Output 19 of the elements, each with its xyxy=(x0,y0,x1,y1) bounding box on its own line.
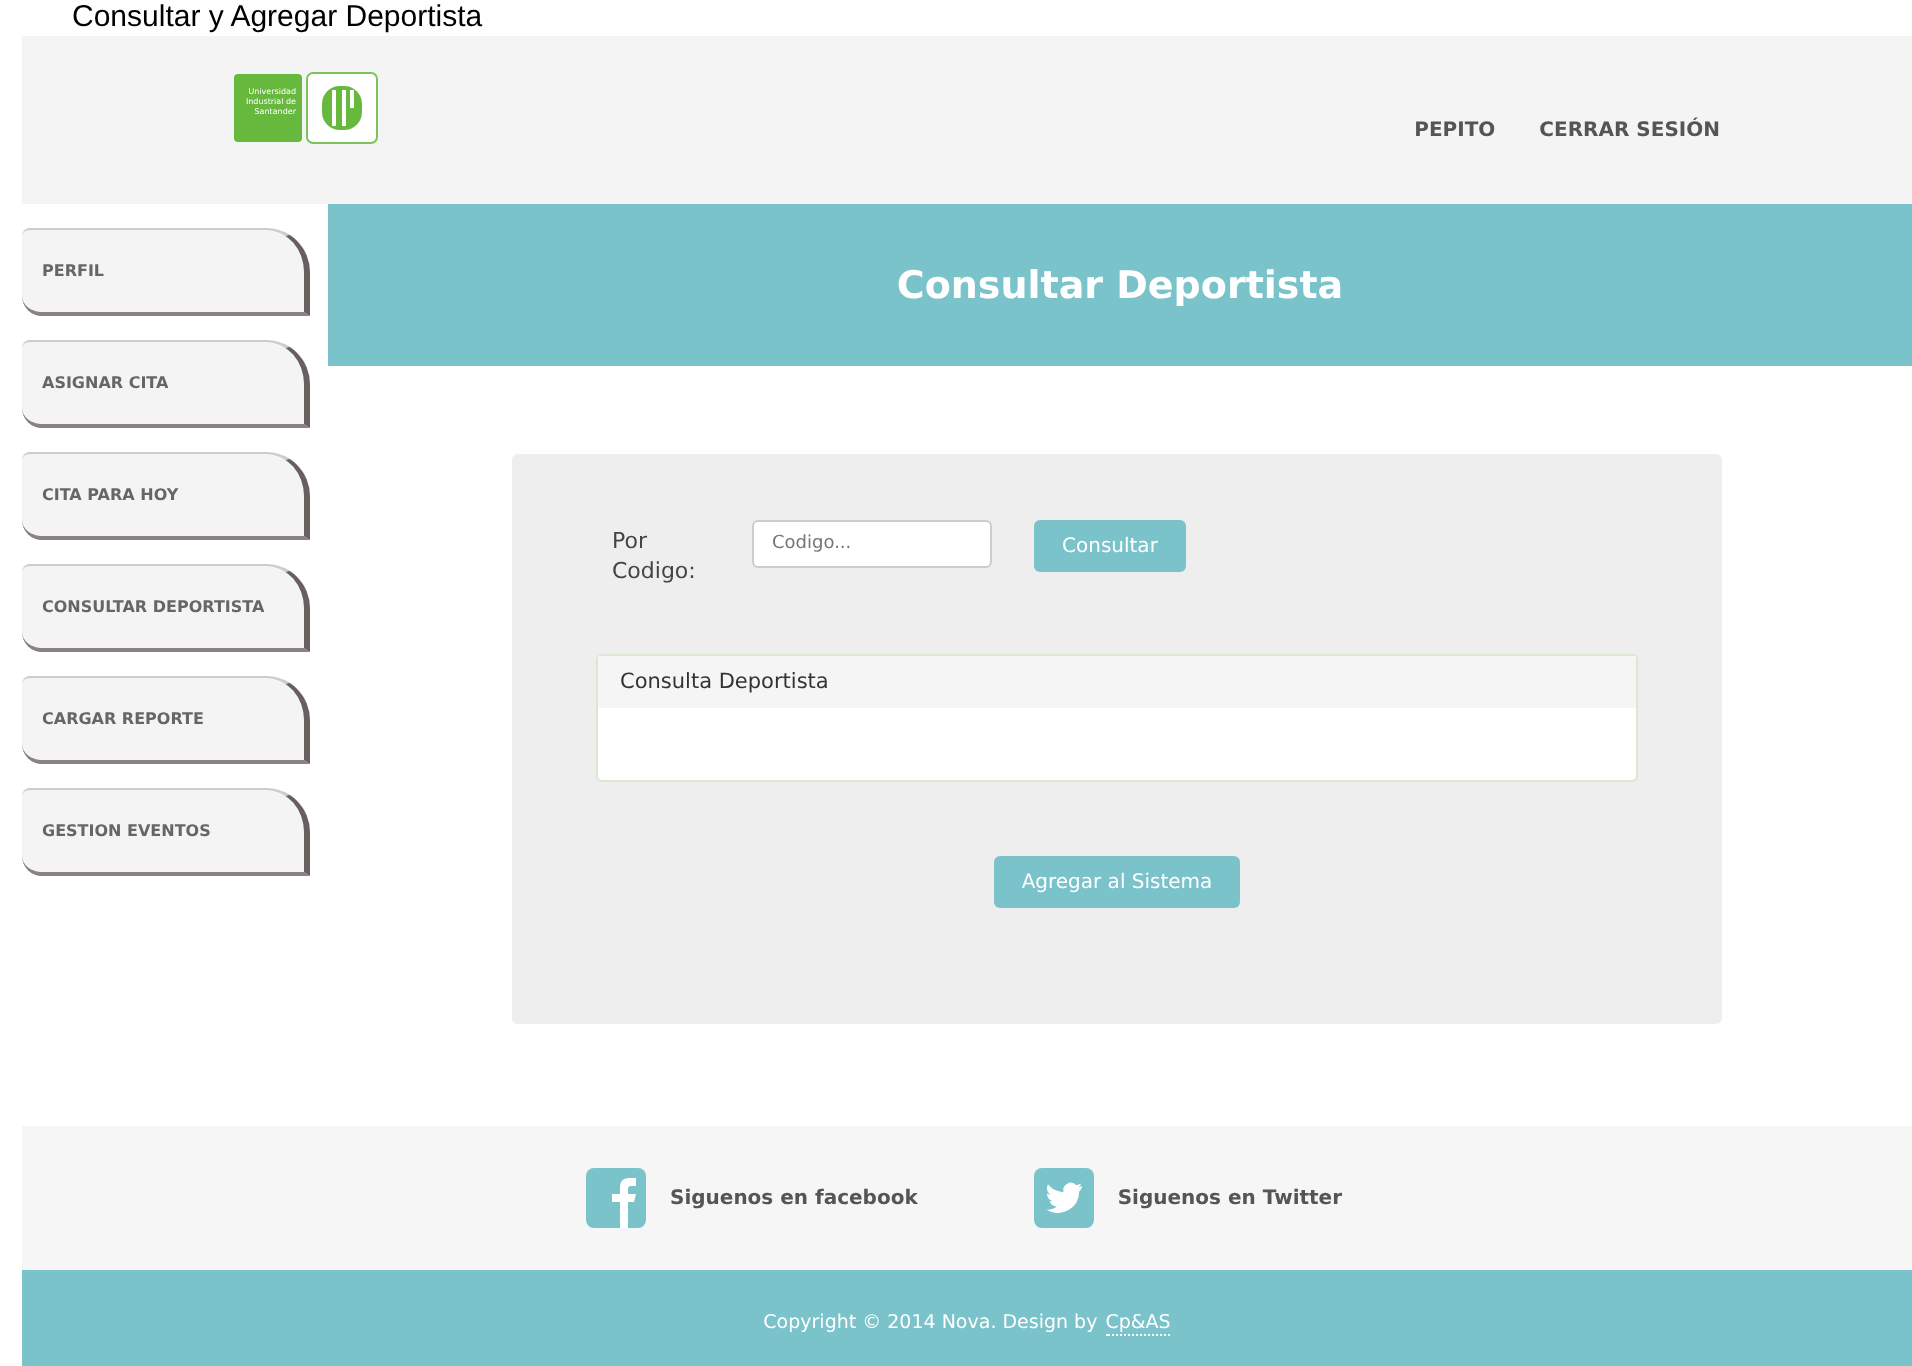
social-link[interactable]: Siguenos en facebook xyxy=(670,1187,918,1209)
nav-link[interactable]: CERRAR SESIÓN xyxy=(1539,119,1720,141)
page-title: Consultar Deportista xyxy=(896,263,1344,307)
copyright-text: Copyright © 2014 Nova. Design by xyxy=(763,1312,1098,1334)
sidebar-tab[interactable]: PERFIL xyxy=(22,228,310,316)
sidebar-tab[interactable]: CONSULTAR DEPORTISTA xyxy=(22,564,310,652)
sidebar-tab[interactable]: GESTION EVENTOS xyxy=(22,788,310,876)
sidebar-tab[interactable]: CITA PARA HOY xyxy=(22,452,310,540)
sidebar-tab[interactable]: ASIGNAR CITA xyxy=(22,340,310,428)
bird-icon[interactable] xyxy=(1033,1168,1094,1228)
logo-icon xyxy=(306,72,378,144)
social-link[interactable]: Siguenos en Twitter xyxy=(1117,1187,1343,1209)
panel-title: Consulta Deportista xyxy=(598,656,1636,708)
sidebar-tab[interactable]: CARGAR REPORTE xyxy=(22,676,310,764)
facebook-icon[interactable] xyxy=(586,1168,646,1228)
caption-text: Consultar y Agregar Deportista xyxy=(70,0,485,36)
code-input-field[interactable]: Codigo... xyxy=(752,520,992,568)
field-label: Por Codigo: xyxy=(612,526,698,586)
nav-link[interactable]: PEPITO xyxy=(1414,119,1496,141)
